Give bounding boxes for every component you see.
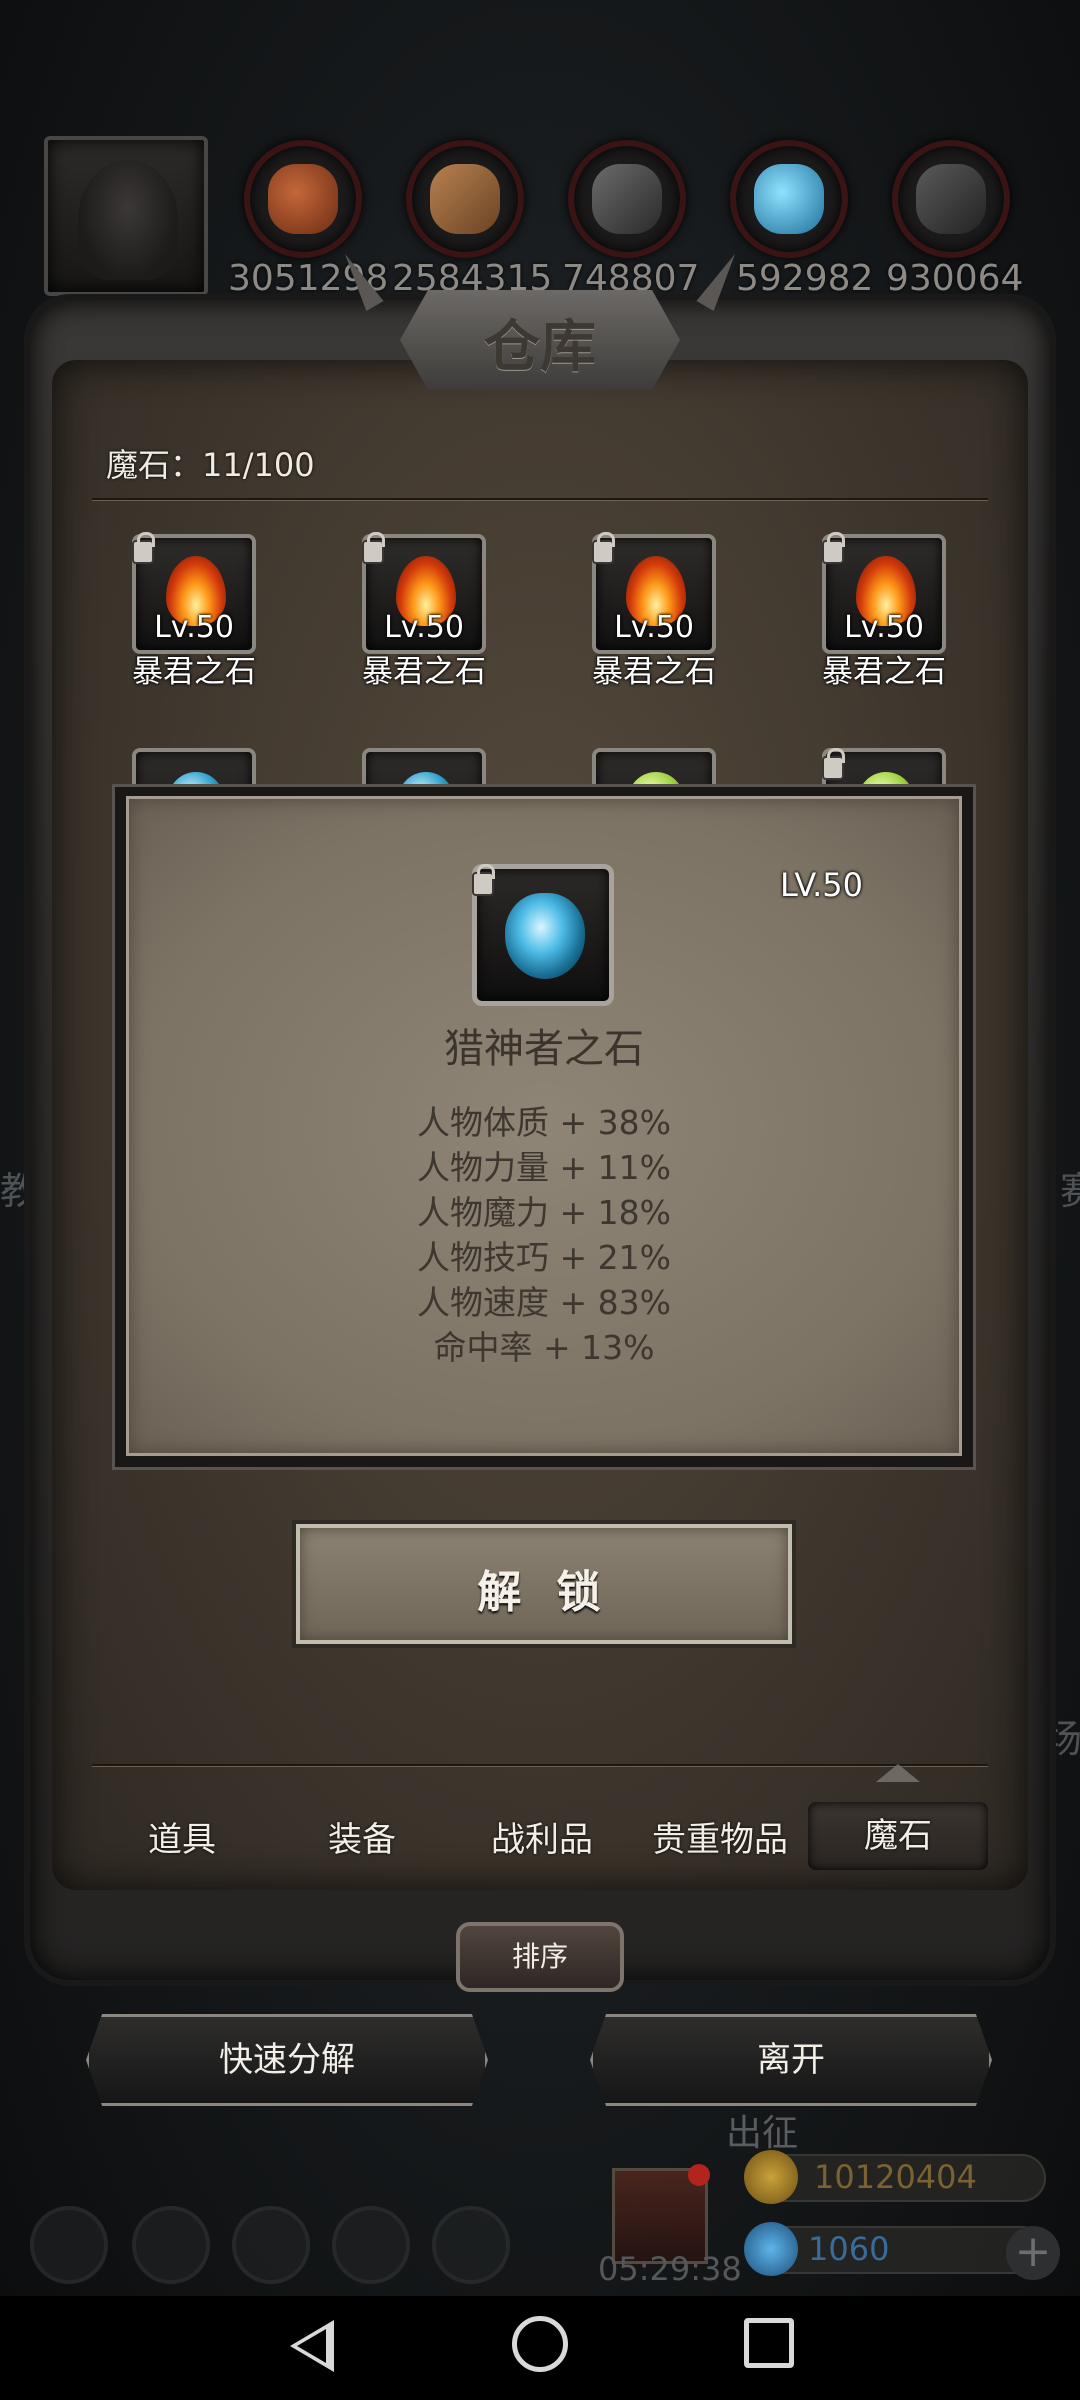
recent-apps-icon[interactable]: [744, 2318, 794, 2368]
unlock-button-label[interactable]: 解 锁: [296, 1556, 792, 1620]
slot-name: 暴君之石: [362, 654, 486, 690]
top-divider: [92, 498, 988, 500]
tab-valuables[interactable]: 贵重物品: [630, 1812, 810, 1861]
stone-icon: [892, 140, 1010, 258]
leave-button[interactable]: 离开: [590, 2014, 992, 2106]
expedition-label[interactable]: 出征: [726, 2104, 798, 2156]
stat-line: 人物魔力 + 18%: [417, 1193, 671, 1232]
active-tab-caret-icon: [876, 1764, 920, 1782]
hunter-stone-icon: [505, 893, 585, 979]
home-icon[interactable]: [512, 2316, 568, 2372]
lock-icon: [822, 532, 845, 564]
tab-equipment[interactable]: 装备: [272, 1812, 452, 1861]
stone-level: LV.50: [780, 866, 863, 904]
star-icon[interactable]: [132, 2206, 210, 2284]
settings-icon[interactable]: [30, 2206, 108, 2284]
stone-count-label: 魔石：11/100: [106, 446, 315, 484]
sort-button[interactable]: 排序: [456, 1922, 624, 1992]
background-right-text: 赛: [1060, 1169, 1080, 1213]
slot-name: 暴君之石: [592, 654, 716, 690]
crystal-value: 592982: [736, 258, 874, 299]
guild-icon[interactable]: [432, 2206, 510, 2284]
slot-name: 暴君之石: [822, 654, 946, 690]
stat-line: 人物速度 + 83%: [417, 1283, 671, 1322]
wood-icon: [406, 140, 524, 258]
mail-icon[interactable]: [332, 2206, 410, 2284]
lock-icon: [362, 532, 385, 564]
stat-line: 命中率 + 13%: [433, 1328, 655, 1367]
stone-name: 猎神者之石: [444, 1026, 644, 1072]
gem-value: 1060: [808, 2230, 890, 2268]
notification-dot: [688, 2164, 710, 2186]
lock-icon: [472, 864, 495, 896]
lock-icon: [132, 532, 155, 564]
slot-level: Lv.50: [614, 610, 694, 645]
tab-items[interactable]: 道具: [92, 1812, 272, 1861]
quick-decompose-button[interactable]: 快速分解: [86, 2014, 488, 2106]
lock-icon: [822, 748, 845, 780]
bottom-divider: [92, 1764, 988, 1766]
iron-icon: [568, 140, 686, 258]
slot-level: Lv.50: [844, 610, 924, 645]
gem-icon: [744, 2222, 798, 2276]
back-icon-inner: [297, 2329, 326, 2363]
slot-name: 暴君之石: [132, 654, 256, 690]
player-avatar[interactable]: [44, 136, 208, 296]
stat-line: 人物体质 + 38%: [417, 1103, 671, 1142]
slot-level: Lv.50: [384, 610, 464, 645]
tab-loot[interactable]: 战利品: [452, 1812, 632, 1861]
add-currency-icon[interactable]: +: [1006, 2226, 1060, 2280]
tab-magic-stones[interactable]: 魔石: [808, 1802, 988, 1870]
page-title: 仓库: [484, 314, 596, 380]
stone-value: 930064: [886, 258, 1024, 299]
helmet-icon[interactable]: [232, 2206, 310, 2284]
gold-value: 10120404: [814, 2158, 977, 2196]
slot-level: Lv.50: [154, 610, 234, 645]
meat-icon: [244, 140, 362, 258]
stat-line: 人物力量 + 11%: [417, 1148, 671, 1187]
stat-line: 人物技巧 + 21%: [417, 1238, 671, 1277]
event-timer: 05:29:38: [598, 2250, 742, 2288]
crystal-icon: [730, 140, 848, 258]
gold-coin-icon: [744, 2150, 798, 2204]
lock-icon: [592, 532, 615, 564]
